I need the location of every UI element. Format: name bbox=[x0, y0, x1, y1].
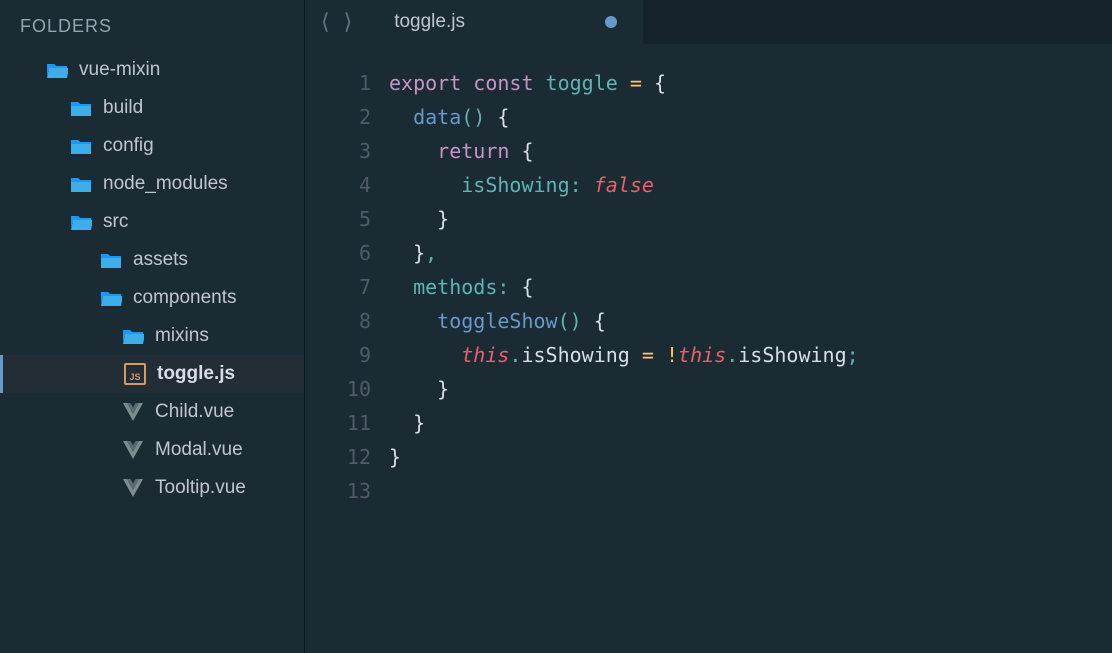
sidebar: FOLDERS vue-mixin build config node_modules… bbox=[0, 0, 305, 653]
folder-open-icon bbox=[69, 211, 93, 233]
line-number: 4 bbox=[305, 168, 371, 202]
code-line: toggleShow() { bbox=[389, 304, 1112, 338]
folder-open-icon bbox=[45, 59, 69, 81]
line-number: 6 bbox=[305, 236, 371, 270]
tab-active[interactable]: toggle.js bbox=[368, 0, 643, 44]
tree-file[interactable]: Modal.vue bbox=[0, 431, 304, 469]
nav-forward-icon[interactable]: ⟩ bbox=[344, 9, 353, 35]
line-number: 3 bbox=[305, 134, 371, 168]
code-line: data() { bbox=[389, 100, 1112, 134]
tree-item-label: Tooltip.vue bbox=[155, 477, 246, 499]
line-number: 10 bbox=[305, 372, 371, 406]
tree-item-label: Child.vue bbox=[155, 401, 234, 423]
vue-icon bbox=[121, 477, 145, 499]
tree-file[interactable]: JS toggle.js bbox=[0, 355, 304, 393]
folder-icon bbox=[69, 173, 93, 195]
code-line: export const toggle = { bbox=[389, 66, 1112, 100]
tree-file[interactable]: Child.vue bbox=[0, 393, 304, 431]
tab-bar: ⟨ ⟩ toggle.js bbox=[305, 0, 1112, 44]
code-line: return { bbox=[389, 134, 1112, 168]
tree-item-label: assets bbox=[133, 249, 188, 271]
code-line: } bbox=[389, 440, 1112, 474]
tree-item-label: vue-mixin bbox=[79, 59, 160, 81]
tree-item-label: Modal.vue bbox=[155, 439, 243, 461]
line-number: 11 bbox=[305, 406, 371, 440]
folder-icon bbox=[99, 249, 123, 271]
folder-open-icon bbox=[99, 287, 123, 309]
line-number: 8 bbox=[305, 304, 371, 338]
tree-item-label: components bbox=[133, 287, 237, 309]
code-content[interactable]: export const toggle = { data() { return … bbox=[389, 66, 1112, 653]
vue-icon bbox=[121, 401, 145, 423]
tree-item-label: build bbox=[103, 97, 143, 119]
code-line: } bbox=[389, 406, 1112, 440]
main-area: ⟨ ⟩ toggle.js 12345678910111213 export c… bbox=[305, 0, 1112, 653]
line-number: 9 bbox=[305, 338, 371, 372]
code-line: this.isShowing = !this.isShowing; bbox=[389, 338, 1112, 372]
tree-item-label: toggle.js bbox=[157, 363, 235, 385]
js-icon: JS bbox=[123, 363, 147, 385]
code-line: methods: { bbox=[389, 270, 1112, 304]
tree-item-label: mixins bbox=[155, 325, 209, 347]
tree-folder[interactable]: build bbox=[0, 89, 304, 127]
line-number: 1 bbox=[305, 66, 371, 100]
tree-folder[interactable]: mixins bbox=[0, 317, 304, 355]
line-number: 7 bbox=[305, 270, 371, 304]
nav-arrows: ⟨ ⟩ bbox=[305, 0, 368, 44]
tree-folder[interactable]: config bbox=[0, 127, 304, 165]
folders-header: FOLDERS bbox=[0, 8, 304, 47]
tree-folder[interactable]: vue-mixin bbox=[0, 51, 304, 89]
line-number: 2 bbox=[305, 100, 371, 134]
line-gutter: 12345678910111213 bbox=[305, 66, 389, 653]
tree-item-label: src bbox=[103, 211, 128, 233]
file-tree: vue-mixin build config node_modulessrcasset… bbox=[0, 47, 304, 507]
tree-folder[interactable]: src bbox=[0, 203, 304, 241]
nav-back-icon[interactable]: ⟨ bbox=[321, 9, 330, 35]
tree-item-label: node_modules bbox=[103, 173, 228, 195]
folder-icon bbox=[69, 97, 93, 119]
vue-icon bbox=[121, 439, 145, 461]
code-line: }, bbox=[389, 236, 1112, 270]
code-line: } bbox=[389, 202, 1112, 236]
tree-item-label: config bbox=[103, 135, 154, 157]
tree-folder[interactable]: node_modules bbox=[0, 165, 304, 203]
tab-label: toggle.js bbox=[394, 11, 465, 33]
tree-file[interactable]: Tooltip.vue bbox=[0, 469, 304, 507]
folder-open-icon bbox=[121, 325, 145, 347]
line-number: 5 bbox=[305, 202, 371, 236]
line-number: 13 bbox=[305, 474, 371, 508]
line-number: 12 bbox=[305, 440, 371, 474]
dirty-indicator-icon bbox=[605, 16, 617, 28]
editor[interactable]: 12345678910111213 export const toggle = … bbox=[305, 44, 1112, 653]
code-line: } bbox=[389, 372, 1112, 406]
folder-icon bbox=[69, 135, 93, 157]
tree-folder[interactable]: components bbox=[0, 279, 304, 317]
code-line bbox=[389, 474, 1112, 508]
code-line: isShowing: false bbox=[389, 168, 1112, 202]
tree-folder[interactable]: assets bbox=[0, 241, 304, 279]
